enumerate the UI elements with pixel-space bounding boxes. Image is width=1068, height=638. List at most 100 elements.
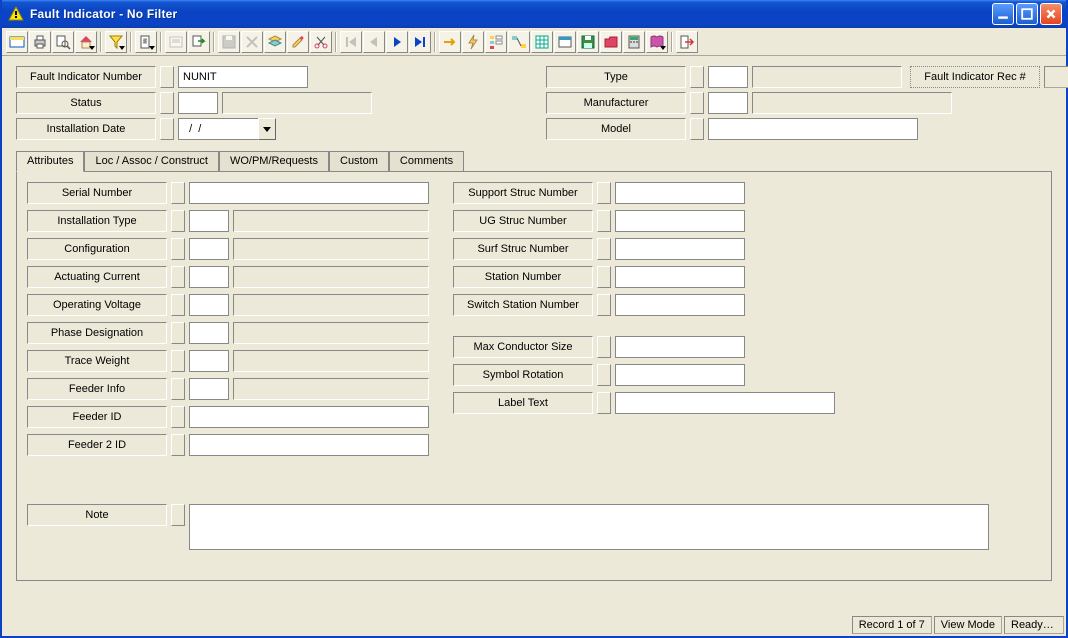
- support-struc-input[interactable]: [615, 182, 745, 204]
- tb-edit-icon[interactable]: [287, 31, 309, 53]
- max-conductor-input[interactable]: [615, 336, 745, 358]
- phase-designation-code-input[interactable]: [189, 322, 229, 344]
- model-input[interactable]: [708, 118, 918, 140]
- tb-exit-icon[interactable]: [676, 31, 698, 53]
- tb-relation-icon[interactable]: [508, 31, 530, 53]
- tb-doc-dropdown-icon[interactable]: [135, 31, 157, 53]
- tab-comments[interactable]: Comments: [389, 151, 464, 172]
- status-label: Status: [16, 92, 156, 114]
- ug-struc-label: UG Struc Number: [453, 210, 593, 232]
- note-textarea[interactable]: [189, 504, 989, 550]
- tb-layers-icon[interactable]: [264, 31, 286, 53]
- configuration-button[interactable]: [171, 238, 185, 260]
- serial-number-input[interactable]: [189, 182, 429, 204]
- tb-print-icon[interactable]: [29, 31, 51, 53]
- manufacturer-lookup-button[interactable]: [690, 92, 704, 114]
- feeder2-id-button[interactable]: [171, 434, 185, 456]
- tb-last-icon[interactable]: [409, 31, 431, 53]
- window-title: Fault Indicator - No Filter: [30, 7, 177, 21]
- tb-disk-icon[interactable]: [577, 31, 599, 53]
- configuration-code-input[interactable]: [189, 238, 229, 260]
- installation-date-dropdown-button[interactable]: [258, 118, 276, 140]
- toolbar: [2, 28, 1066, 56]
- tab-attributes[interactable]: Attributes: [16, 151, 84, 172]
- status-code-input[interactable]: [178, 92, 218, 114]
- tb-folder-icon[interactable]: [600, 31, 622, 53]
- feeder-info-code-input[interactable]: [189, 378, 229, 400]
- tb-next-icon[interactable]: [386, 31, 408, 53]
- tb-calc-icon[interactable]: [623, 31, 645, 53]
- operating-voltage-desc: [233, 294, 429, 316]
- tb-home-dropdown-icon[interactable]: [75, 31, 97, 53]
- symbol-rotation-input[interactable]: [615, 364, 745, 386]
- tb-book-icon[interactable]: [646, 31, 668, 53]
- surf-struc-input[interactable]: [615, 238, 745, 260]
- tab-wo-pm-requests[interactable]: WO/PM/Requests: [219, 151, 329, 172]
- manufacturer-code-input[interactable]: [708, 92, 748, 114]
- tb-cut-icon[interactable]: [310, 31, 332, 53]
- serial-number-button[interactable]: [171, 182, 185, 204]
- switch-station-input[interactable]: [615, 294, 745, 316]
- feeder-id-button[interactable]: [171, 406, 185, 428]
- installation-date-calendar-button[interactable]: [160, 118, 174, 140]
- tb-grid-icon[interactable]: [531, 31, 553, 53]
- switch-station-button[interactable]: [597, 294, 611, 316]
- fault-indicator-number-field: Fault Indicator Number: [16, 66, 546, 88]
- symbol-rotation-button[interactable]: [597, 364, 611, 386]
- tab-custom[interactable]: Custom: [329, 151, 389, 172]
- surf-struc-label: Surf Struc Number: [453, 238, 593, 260]
- installation-type-code-input[interactable]: [189, 210, 229, 232]
- installation-date-input[interactable]: [178, 118, 258, 140]
- feeder-info-button[interactable]: [171, 378, 185, 400]
- fault-indicator-number-input[interactable]: [178, 66, 308, 88]
- tb-screen-icon[interactable]: [6, 31, 28, 53]
- symbol-rotation-label: Symbol Rotation: [453, 364, 593, 386]
- note-button[interactable]: [171, 504, 185, 526]
- fault-indicator-number-lookup-button[interactable]: [160, 66, 174, 88]
- ug-struc-button[interactable]: [597, 210, 611, 232]
- actuating-current-button[interactable]: [171, 266, 185, 288]
- feeder-id-input[interactable]: [189, 406, 429, 428]
- phase-designation-button[interactable]: [171, 322, 185, 344]
- support-struc-label: Support Struc Number: [453, 182, 593, 204]
- maximize-button[interactable]: [1016, 3, 1038, 25]
- feeder2-id-input[interactable]: [189, 434, 429, 456]
- type-code-input[interactable]: [708, 66, 748, 88]
- label-text-input[interactable]: [615, 392, 835, 414]
- type-lookup-button[interactable]: [690, 66, 704, 88]
- configuration-label: Configuration: [27, 238, 167, 260]
- operating-voltage-button[interactable]: [171, 294, 185, 316]
- model-label: Model: [546, 118, 686, 140]
- tb-delete-disabled-icon: [241, 31, 263, 53]
- max-conductor-button[interactable]: [597, 336, 611, 358]
- trace-weight-code-input[interactable]: [189, 350, 229, 372]
- installation-type-button[interactable]: [171, 210, 185, 232]
- ug-struc-input[interactable]: [615, 210, 745, 232]
- surf-struc-button[interactable]: [597, 238, 611, 260]
- tb-export-icon[interactable]: [188, 31, 210, 53]
- installation-date-field: Installation Date: [16, 118, 546, 140]
- station-number-input[interactable]: [615, 266, 745, 288]
- status-field: Status: [16, 92, 546, 114]
- trace-weight-button[interactable]: [171, 350, 185, 372]
- operating-voltage-code-input[interactable]: [189, 294, 229, 316]
- model-lookup-button[interactable]: [690, 118, 704, 140]
- label-text-button[interactable]: [597, 392, 611, 414]
- max-conductor-label: Max Conductor Size: [453, 336, 593, 358]
- tb-bolt-icon[interactable]: [462, 31, 484, 53]
- close-button[interactable]: [1040, 3, 1062, 25]
- minimize-button[interactable]: [992, 3, 1014, 25]
- app-icon: [8, 6, 24, 22]
- tb-goto-icon[interactable]: [439, 31, 461, 53]
- tb-preview-icon[interactable]: [52, 31, 74, 53]
- tb-tree-icon[interactable]: [485, 31, 507, 53]
- manufacturer-label: Manufacturer: [546, 92, 686, 114]
- status-lookup-button[interactable]: [160, 92, 174, 114]
- actuating-current-desc: [233, 266, 429, 288]
- actuating-current-code-input[interactable]: [189, 266, 229, 288]
- tab-loc-assoc-construct[interactable]: Loc / Assoc / Construct: [84, 151, 219, 172]
- station-number-button[interactable]: [597, 266, 611, 288]
- tb-filter-icon[interactable]: [105, 31, 127, 53]
- tb-card-icon[interactable]: [554, 31, 576, 53]
- support-struc-button[interactable]: [597, 182, 611, 204]
